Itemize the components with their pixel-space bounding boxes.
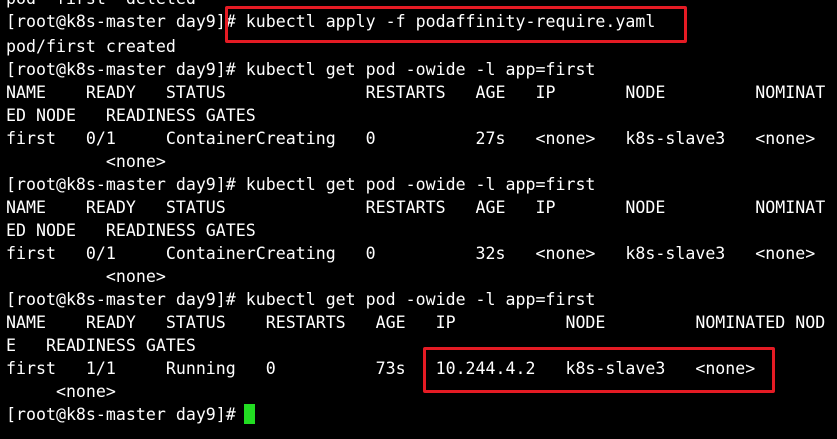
terminal-line-get-command-3: [root@k8s-master day9]# kubectl get pod …	[6, 290, 596, 309]
terminal-window[interactable]: pod "first" deleted [root@k8s-master day…	[0, 0, 837, 439]
terminal-line-get-command-2: [root@k8s-master day9]# kubectl get pod …	[6, 175, 596, 194]
terminal-line-row-3-wrap: <none>	[6, 382, 116, 401]
running-pod-highlight-box	[423, 347, 775, 393]
apply-command-highlight-box	[225, 6, 687, 43]
terminal-line-row-2-wrap: <none>	[6, 267, 166, 286]
terminal-line-header-1-wrap: ED NODE READINESS GATES	[6, 106, 256, 125]
terminal-prompt: [root@k8s-master day9]#	[6, 405, 246, 424]
terminal-line-get-command-1: [root@k8s-master day9]# kubectl get pod …	[6, 60, 596, 79]
terminal-cursor[interactable]	[244, 404, 255, 424]
terminal-line-header-1: NAME READY STATUS RESTARTS AGE IP NODE N…	[6, 83, 826, 102]
terminal-line-header-2-wrap: ED NODE READINESS GATES	[6, 221, 256, 240]
terminal-line-deleted: pod "first" deleted	[6, 0, 196, 10]
terminal-line-row-2: first 0/1 ContainerCreating 0 32s <none>…	[6, 244, 816, 263]
terminal-line-row-1-wrap: <none>	[6, 152, 166, 171]
terminal-line-header-3-wrap: E READINESS GATES	[6, 336, 196, 355]
terminal-line-header-3: NAME READY STATUS RESTARTS AGE IP NODE N…	[6, 313, 826, 332]
terminal-line-header-2: NAME READY STATUS RESTARTS AGE IP NODE N…	[6, 198, 826, 217]
terminal-line-created: pod/first created	[6, 37, 176, 56]
terminal-line-row-1: first 0/1 ContainerCreating 0 27s <none>…	[6, 129, 816, 148]
